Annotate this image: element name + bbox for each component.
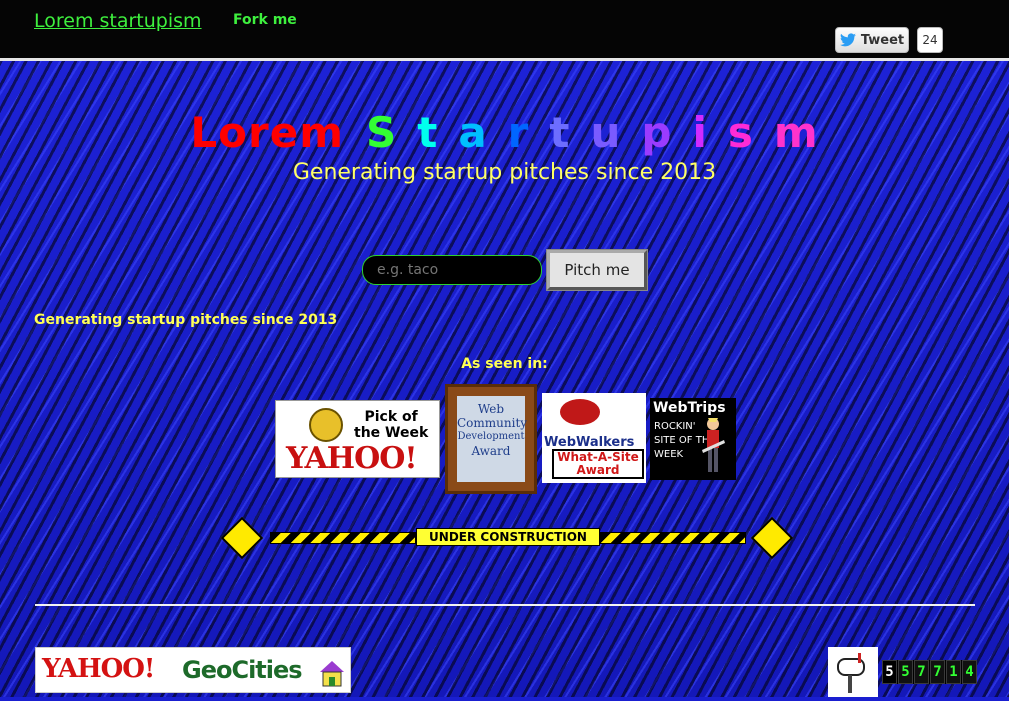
- counter-digit: 4: [962, 660, 977, 684]
- geocities-logo: GeoCities: [182, 656, 303, 684]
- award-plaque: Web Community Development Award: [457, 396, 528, 482]
- webwalkers-award-badge[interactable]: WebWalkers What-A-Site Award: [542, 393, 646, 483]
- title-letter: a: [458, 108, 488, 157]
- under-construction-label: UNDER CONSTRUCTION: [416, 528, 600, 546]
- as-seen-in-label: As seen in:: [461, 356, 548, 372]
- pitch-me-button[interactable]: Pitch me: [546, 249, 648, 291]
- award-line: Community: [457, 416, 528, 430]
- guitarist-icon: [702, 418, 725, 472]
- title-letter: i: [692, 108, 708, 157]
- title-letter: t: [549, 108, 571, 157]
- counter-digit: 7: [930, 660, 945, 684]
- award-line: Development: [457, 431, 525, 442]
- visitor-counter: 5 5 7 7 1 4: [882, 660, 977, 684]
- fork-me-link[interactable]: Fork me: [233, 12, 297, 28]
- geocities-banner[interactable]: YAHOO! GeoCities: [35, 647, 351, 693]
- title-letter: m: [773, 108, 819, 157]
- badge-line: Pick of: [364, 409, 418, 425]
- title-letter: t: [417, 108, 439, 157]
- title-letter: u: [590, 108, 622, 157]
- badge-pick-text: Pick of the Week: [354, 409, 428, 441]
- yahoo-logo: YAHOO!: [42, 654, 155, 684]
- counter-digit: 1: [946, 660, 961, 684]
- mailbox-icon[interactable]: [828, 647, 878, 697]
- tweet-label: Tweet: [860, 32, 905, 48]
- top-bar: Lorem startupism Fork me Tweet 24: [0, 0, 1009, 61]
- what-a-site-label: What-A-Site Award: [552, 449, 644, 479]
- title-letter: s: [727, 108, 754, 157]
- divider: [35, 604, 975, 606]
- counter-digit: 7: [914, 660, 929, 684]
- title-word: Lorem: [190, 108, 344, 157]
- page-subtitle: Generating startup pitches since 2013: [292, 160, 717, 185]
- page-title: Lorem St a r t u p i s m: [0, 108, 1009, 157]
- counter-digit: 5: [882, 660, 897, 684]
- webtrips-badge[interactable]: WebTrips ROCKIN' SITE OF THE WEEK: [650, 398, 736, 480]
- twitter-bird-icon: [839, 33, 856, 47]
- title-letter: r: [507, 108, 530, 157]
- yahoo-logo: YAHOO!: [286, 441, 418, 476]
- construction-worker-icon: [750, 516, 794, 560]
- mailbox-graphic: [837, 653, 865, 693]
- brand-link[interactable]: Lorem startupism: [34, 10, 202, 32]
- caution-stripe: [600, 532, 746, 544]
- award-line: Award: [471, 444, 511, 458]
- tweet-count: 24: [917, 27, 943, 53]
- search-input[interactable]: [362, 255, 542, 285]
- construction-worker-icon: [220, 516, 264, 560]
- webwalkers-logo: WebWalkers: [544, 435, 635, 450]
- badge-line: the Week: [354, 425, 429, 441]
- title-letter: p: [641, 108, 673, 157]
- caution-stripe: [270, 532, 416, 544]
- house-icon: [320, 661, 344, 687]
- web-community-award-badge[interactable]: Web Community Development Award: [445, 384, 537, 494]
- award-line: Award: [576, 463, 620, 477]
- award-line: Web: [477, 402, 505, 416]
- marquee-text: Generating startup pitches since 2013: [34, 312, 338, 328]
- smiley-face-icon: [309, 408, 343, 442]
- webtrips-logo: WebTrips: [653, 400, 726, 416]
- yahoo-pick-badge[interactable]: Pick of the Week YAHOO!: [275, 400, 440, 478]
- under-construction-banner: UNDER CONSTRUCTION: [220, 516, 794, 560]
- spider-icon: [560, 399, 600, 425]
- title-letter: S: [365, 108, 398, 157]
- counter-digit: 5: [898, 660, 913, 684]
- tweet-button[interactable]: Tweet: [835, 27, 909, 53]
